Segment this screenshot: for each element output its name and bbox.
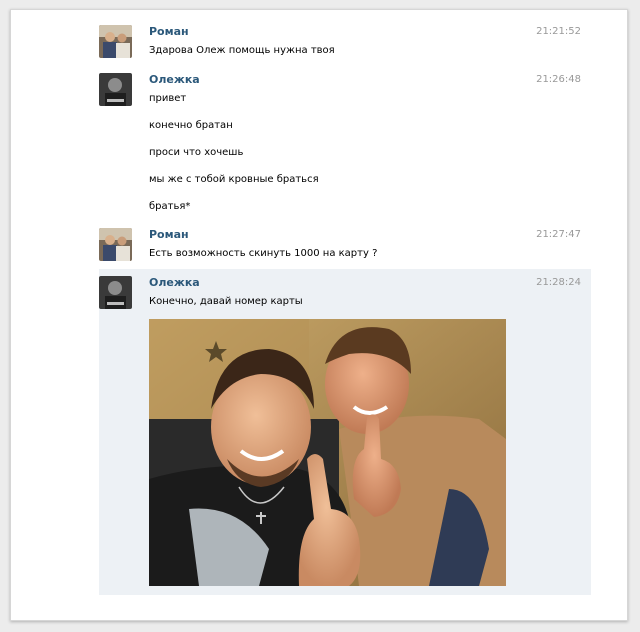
message-text: Есть возможность скинуть 1000 на карту ? — [149, 248, 378, 259]
message-text: Конечно, давай номер карты — [149, 296, 303, 307]
avatar-roman[interactable] — [99, 25, 132, 58]
message-text: проси что хочешь — [149, 147, 244, 158]
message-timestamp[interactable]: 21:21:52 — [536, 25, 581, 38]
avatar-olezhka[interactable] — [99, 276, 132, 309]
user-avatar-icon — [99, 25, 132, 58]
author-name[interactable]: Роман — [149, 25, 189, 38]
avatar-roman[interactable] — [99, 228, 132, 261]
message-1: Роман 21:21:52 Здарова Олеж помощь нужна… — [99, 25, 591, 65]
message-text: конечно братан — [149, 120, 233, 131]
message-text: Здарова Олеж помощь нужна твоя — [149, 45, 335, 56]
author-name[interactable]: Олежка — [149, 73, 200, 86]
user-avatar-icon — [99, 73, 132, 106]
user-avatar-icon — [99, 276, 132, 309]
photo-image — [149, 319, 506, 586]
message-timestamp[interactable]: 21:26:48 — [536, 73, 581, 86]
photo-attachment[interactable] — [149, 319, 506, 586]
message-timestamp[interactable]: 21:28:24 — [536, 276, 581, 289]
message-text: братья* — [149, 201, 191, 212]
chat-screenshot-frame: Роман 21:21:52 Здарова Олеж помощь нужна… — [10, 9, 628, 621]
message-2: Олежка 21:26:48 привет конечно братан пр… — [99, 73, 591, 223]
author-name[interactable]: Роман — [149, 228, 189, 241]
message-timestamp[interactable]: 21:27:47 — [536, 228, 581, 241]
avatar-olezhka[interactable] — [99, 73, 132, 106]
message-text: мы же с тобой кровные браться — [149, 174, 319, 185]
user-avatar-icon — [99, 228, 132, 261]
author-name[interactable]: Олежка — [149, 276, 200, 289]
message-3: Роман 21:27:47 Есть возможность скинуть … — [99, 228, 591, 268]
message-text: привет — [149, 93, 187, 104]
